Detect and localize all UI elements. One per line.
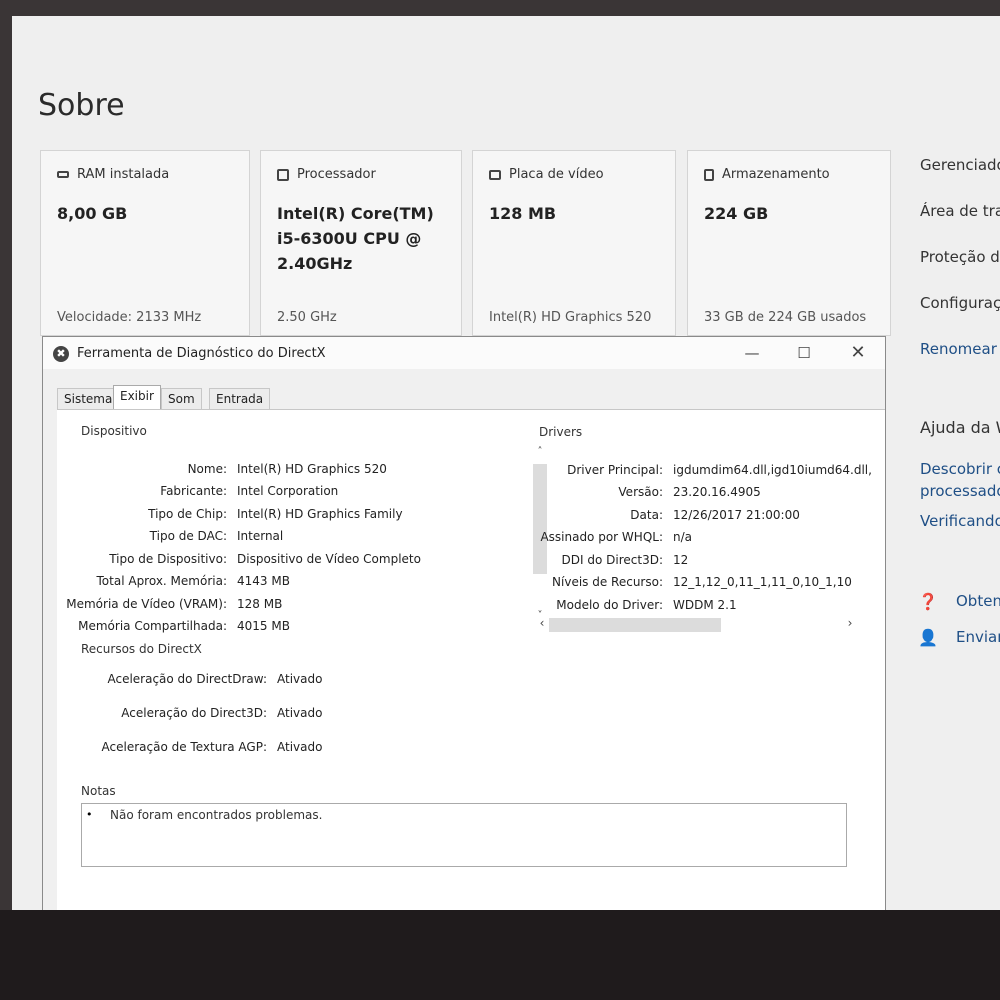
scroll-right-icon[interactable]: › [843,616,857,632]
monitor-bezel-left [0,0,12,1000]
sidebar-link-protecao[interactable]: Proteção d [920,248,1000,266]
tab-som[interactable]: Som [161,388,202,409]
drivers-scrollbar[interactable]: ‹ › [535,616,859,632]
monitor-bezel-bottom [0,910,1000,1000]
card-cpu-value: Intel(R) Core(TM) i5-6300U CPU @ 2.40GHz [277,204,434,273]
sidebar-link-gerenciador[interactable]: Gerenciado [920,156,1000,174]
notes-box[interactable]: • Não foram encontrados problemas. [81,803,847,867]
drivers-group-heading: Drivers [539,425,583,439]
directx-group-heading: Recursos do DirectX [81,642,202,656]
card-storage-sub: 33 GB de 224 GB usados [704,310,867,325]
card-storage-label: Armazenamento [722,167,830,182]
sidebar-help-link-verificando[interactable]: Verificando [920,512,1000,530]
card-ram-label: RAM instalada [77,167,170,182]
device-group-heading: Dispositivo [81,424,147,438]
card-gpu-value: 128 MB [489,204,557,223]
sidebar-link-renomear[interactable]: Renomear [920,340,997,358]
sidebar-help-link-descobrir[interactable]: Descobrir c [920,460,1000,478]
card-ram-sub: Velocidade: 2133 MHz [57,310,202,325]
notes-text: Não foram encontrados problemas. [110,808,323,822]
notes-bullet: • [86,808,93,821]
card-gpu-label: Placa de vídeo [509,167,604,182]
card-cpu: Processador Intel(R) Core(TM) i5-6300U C… [260,150,462,336]
card-ram-value: 8,00 GB [57,204,128,223]
gpu-icon [489,169,501,180]
directx-icon: ✖ [53,346,69,362]
card-storage: Armazenamento 224 GB 33 GB de 224 GB usa… [687,150,891,336]
cpu-icon [277,168,289,181]
monitor-bezel-top [0,0,1000,16]
close-button[interactable]: ✕ [843,341,873,365]
card-gpu-sub: Intel(R) HD Graphics 520 [489,310,652,325]
sidebar-help-link-processador[interactable]: processado [920,482,1000,500]
tab-exibir[interactable]: Exibir [113,385,161,410]
tab-entrada[interactable]: Entrada [209,388,271,409]
card-cpu-label: Processador [297,167,376,182]
sidebar-action-obter-ajuda[interactable]: Obten [956,592,1000,610]
sidebar-link-configuracoes[interactable]: Configuraç [920,294,1000,312]
feedback-icon: 👤 [918,628,938,647]
card-ram: RAM instalada 8,00 GB Velocidade: 2133 M… [40,150,250,336]
tab-sistema[interactable]: Sistema [57,388,120,409]
sidebar-link-area-de-trabalho[interactable]: Área de tra [920,202,1000,220]
maximize-button[interactable]: ☐ [789,341,819,365]
dxdiag-window: ✖ Ferramenta de Diagnóstico do DirectX —… [42,336,886,910]
storage-icon [704,168,714,181]
card-cpu-sub: 2.50 GHz [277,310,337,325]
card-gpu: Placa de vídeo 128 MB Intel(R) HD Graphi… [472,150,676,336]
help-person-icon: ❓ [918,592,938,611]
page-title: Sobre [38,88,125,123]
minimize-button[interactable]: — [737,341,767,365]
ram-icon [57,171,69,178]
drivers-scroll-thumb[interactable] [549,618,721,632]
sidebar-action-enviar-comentarios[interactable]: Enviar [956,628,1000,646]
notes-heading: Notas [81,784,116,798]
sidebar-help-title: Ajuda da W [920,418,1000,437]
card-storage-value: 224 GB [704,204,769,223]
dxdiag-title: Ferramenta de Diagnóstico do DirectX [77,346,326,361]
dxdiag-titlebar[interactable]: ✖ Ferramenta de Diagnóstico do DirectX —… [43,337,885,369]
screen: Sobre RAM instalada 8,00 GB Velocidade: … [12,16,1000,910]
scroll-up-icon[interactable]: ˄ [533,446,547,460]
scroll-left-icon[interactable]: ‹ [535,616,549,632]
